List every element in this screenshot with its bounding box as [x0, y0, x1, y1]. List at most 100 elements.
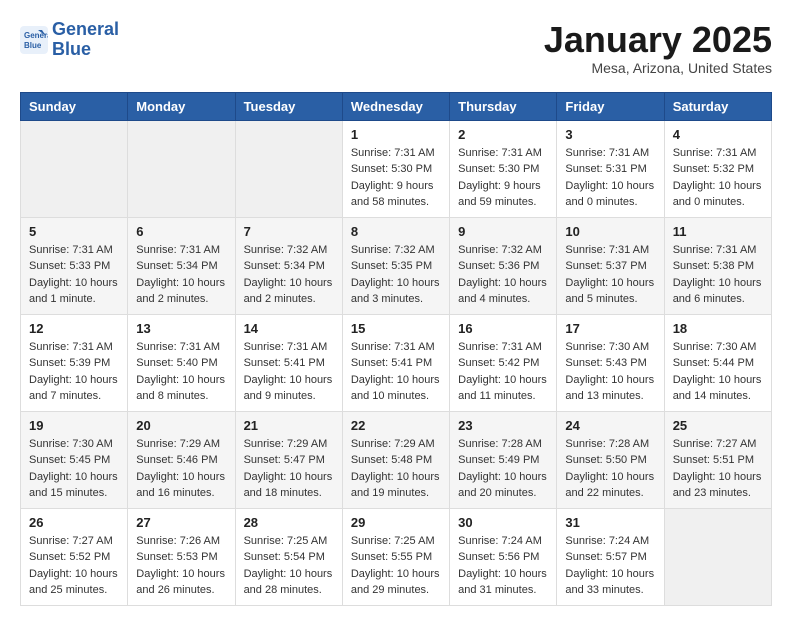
- day-info: Sunrise: 7:26 AM Sunset: 5:53 PM Dayligh…: [136, 533, 226, 599]
- day-cell: 11 Sunrise: 7:31 AM Sunset: 5:38 PM Dayl…: [664, 217, 771, 314]
- day-cell: [21, 120, 128, 217]
- sunrise-label: Sunrise: 7:30 AM: [673, 341, 757, 353]
- sunset-label: Sunset: 5:45 PM: [29, 454, 110, 466]
- daylight-label: Daylight: 10 hours and 28 minutes.: [244, 568, 333, 597]
- day-info: Sunrise: 7:30 AM Sunset: 5:45 PM Dayligh…: [29, 436, 119, 502]
- day-cell: 29 Sunrise: 7:25 AM Sunset: 5:55 PM Dayl…: [342, 508, 449, 605]
- daylight-label: Daylight: 10 hours and 3 minutes.: [351, 277, 440, 306]
- sunrise-label: Sunrise: 7:31 AM: [673, 147, 757, 159]
- day-cell: 7 Sunrise: 7:32 AM Sunset: 5:34 PM Dayli…: [235, 217, 342, 314]
- sunset-label: Sunset: 5:30 PM: [351, 163, 432, 175]
- day-cell: 12 Sunrise: 7:31 AM Sunset: 5:39 PM Dayl…: [21, 314, 128, 411]
- sunrise-label: Sunrise: 7:31 AM: [351, 341, 435, 353]
- day-info: Sunrise: 7:24 AM Sunset: 5:57 PM Dayligh…: [565, 533, 655, 599]
- day-info: Sunrise: 7:25 AM Sunset: 5:55 PM Dayligh…: [351, 533, 441, 599]
- svg-text:General: General: [24, 31, 48, 40]
- day-info: Sunrise: 7:29 AM Sunset: 5:48 PM Dayligh…: [351, 436, 441, 502]
- daylight-label: Daylight: 10 hours and 33 minutes.: [565, 568, 654, 597]
- day-cell: 30 Sunrise: 7:24 AM Sunset: 5:56 PM Dayl…: [450, 508, 557, 605]
- day-cell: 23 Sunrise: 7:28 AM Sunset: 5:49 PM Dayl…: [450, 411, 557, 508]
- daylight-label: Daylight: 10 hours and 8 minutes.: [136, 374, 225, 403]
- day-info: Sunrise: 7:31 AM Sunset: 5:39 PM Dayligh…: [29, 339, 119, 405]
- day-cell: 17 Sunrise: 7:30 AM Sunset: 5:43 PM Dayl…: [557, 314, 664, 411]
- daylight-label: Daylight: 10 hours and 18 minutes.: [244, 471, 333, 500]
- sunset-label: Sunset: 5:39 PM: [29, 357, 110, 369]
- day-number: 31: [565, 515, 655, 530]
- day-number: 24: [565, 418, 655, 433]
- week-row-3: 12 Sunrise: 7:31 AM Sunset: 5:39 PM Dayl…: [21, 314, 772, 411]
- week-row-5: 26 Sunrise: 7:27 AM Sunset: 5:52 PM Dayl…: [21, 508, 772, 605]
- week-row-1: 1 Sunrise: 7:31 AM Sunset: 5:30 PM Dayli…: [21, 120, 772, 217]
- daylight-label: Daylight: 9 hours and 59 minutes.: [458, 180, 541, 209]
- day-cell: 25 Sunrise: 7:27 AM Sunset: 5:51 PM Dayl…: [664, 411, 771, 508]
- sunrise-label: Sunrise: 7:31 AM: [458, 147, 542, 159]
- daylight-label: Daylight: 10 hours and 22 minutes.: [565, 471, 654, 500]
- sunset-label: Sunset: 5:35 PM: [351, 260, 432, 272]
- day-cell: 4 Sunrise: 7:31 AM Sunset: 5:32 PM Dayli…: [664, 120, 771, 217]
- day-info: Sunrise: 7:25 AM Sunset: 5:54 PM Dayligh…: [244, 533, 334, 599]
- week-row-4: 19 Sunrise: 7:30 AM Sunset: 5:45 PM Dayl…: [21, 411, 772, 508]
- day-cell: 9 Sunrise: 7:32 AM Sunset: 5:36 PM Dayli…: [450, 217, 557, 314]
- day-cell: [664, 508, 771, 605]
- sunset-label: Sunset: 5:51 PM: [673, 454, 754, 466]
- day-info: Sunrise: 7:27 AM Sunset: 5:51 PM Dayligh…: [673, 436, 763, 502]
- day-number: 8: [351, 224, 441, 239]
- day-info: Sunrise: 7:29 AM Sunset: 5:46 PM Dayligh…: [136, 436, 226, 502]
- day-number: 27: [136, 515, 226, 530]
- day-number: 5: [29, 224, 119, 239]
- day-cell: 18 Sunrise: 7:30 AM Sunset: 5:44 PM Dayl…: [664, 314, 771, 411]
- sunset-label: Sunset: 5:41 PM: [351, 357, 432, 369]
- sunset-label: Sunset: 5:32 PM: [673, 163, 754, 175]
- daylight-label: Daylight: 10 hours and 23 minutes.: [673, 471, 762, 500]
- logo: General Blue GeneralBlue: [20, 20, 119, 60]
- sunrise-label: Sunrise: 7:31 AM: [29, 244, 113, 256]
- day-cell: 31 Sunrise: 7:24 AM Sunset: 5:57 PM Dayl…: [557, 508, 664, 605]
- sunset-label: Sunset: 5:33 PM: [29, 260, 110, 272]
- daylight-label: Daylight: 10 hours and 2 minutes.: [136, 277, 225, 306]
- sunset-label: Sunset: 5:48 PM: [351, 454, 432, 466]
- day-cell: 24 Sunrise: 7:28 AM Sunset: 5:50 PM Dayl…: [557, 411, 664, 508]
- sunrise-label: Sunrise: 7:24 AM: [565, 535, 649, 547]
- day-cell: 16 Sunrise: 7:31 AM Sunset: 5:42 PM Dayl…: [450, 314, 557, 411]
- sunset-label: Sunset: 5:44 PM: [673, 357, 754, 369]
- sunset-label: Sunset: 5:50 PM: [565, 454, 646, 466]
- day-number: 21: [244, 418, 334, 433]
- sunset-label: Sunset: 5:53 PM: [136, 551, 217, 563]
- sunrise-label: Sunrise: 7:31 AM: [673, 244, 757, 256]
- day-cell: 8 Sunrise: 7:32 AM Sunset: 5:35 PM Dayli…: [342, 217, 449, 314]
- sunrise-label: Sunrise: 7:31 AM: [136, 341, 220, 353]
- daylight-label: Daylight: 10 hours and 11 minutes.: [458, 374, 547, 403]
- day-number: 28: [244, 515, 334, 530]
- day-cell: [128, 120, 235, 217]
- col-wednesday: Wednesday: [342, 92, 449, 120]
- day-number: 9: [458, 224, 548, 239]
- daylight-label: Daylight: 10 hours and 10 minutes.: [351, 374, 440, 403]
- day-number: 20: [136, 418, 226, 433]
- sunset-label: Sunset: 5:41 PM: [244, 357, 325, 369]
- day-number: 23: [458, 418, 548, 433]
- day-number: 16: [458, 321, 548, 336]
- sunset-label: Sunset: 5:49 PM: [458, 454, 539, 466]
- daylight-label: Daylight: 10 hours and 0 minutes.: [565, 180, 654, 209]
- day-cell: 26 Sunrise: 7:27 AM Sunset: 5:52 PM Dayl…: [21, 508, 128, 605]
- day-cell: 15 Sunrise: 7:31 AM Sunset: 5:41 PM Dayl…: [342, 314, 449, 411]
- sunset-label: Sunset: 5:54 PM: [244, 551, 325, 563]
- sunrise-label: Sunrise: 7:28 AM: [458, 438, 542, 450]
- day-info: Sunrise: 7:24 AM Sunset: 5:56 PM Dayligh…: [458, 533, 548, 599]
- day-number: 15: [351, 321, 441, 336]
- svg-text:Blue: Blue: [24, 41, 42, 50]
- sunrise-label: Sunrise: 7:25 AM: [351, 535, 435, 547]
- daylight-label: Daylight: 10 hours and 1 minute.: [29, 277, 118, 306]
- day-number: 25: [673, 418, 763, 433]
- sunrise-label: Sunrise: 7:27 AM: [29, 535, 113, 547]
- sunset-label: Sunset: 5:46 PM: [136, 454, 217, 466]
- day-info: Sunrise: 7:30 AM Sunset: 5:43 PM Dayligh…: [565, 339, 655, 405]
- day-info: Sunrise: 7:29 AM Sunset: 5:47 PM Dayligh…: [244, 436, 334, 502]
- sunrise-label: Sunrise: 7:28 AM: [565, 438, 649, 450]
- col-saturday: Saturday: [664, 92, 771, 120]
- sunset-label: Sunset: 5:42 PM: [458, 357, 539, 369]
- day-cell: 20 Sunrise: 7:29 AM Sunset: 5:46 PM Dayl…: [128, 411, 235, 508]
- calendar-title: January 2025: [544, 20, 772, 60]
- day-number: 4: [673, 127, 763, 142]
- sunset-label: Sunset: 5:38 PM: [673, 260, 754, 272]
